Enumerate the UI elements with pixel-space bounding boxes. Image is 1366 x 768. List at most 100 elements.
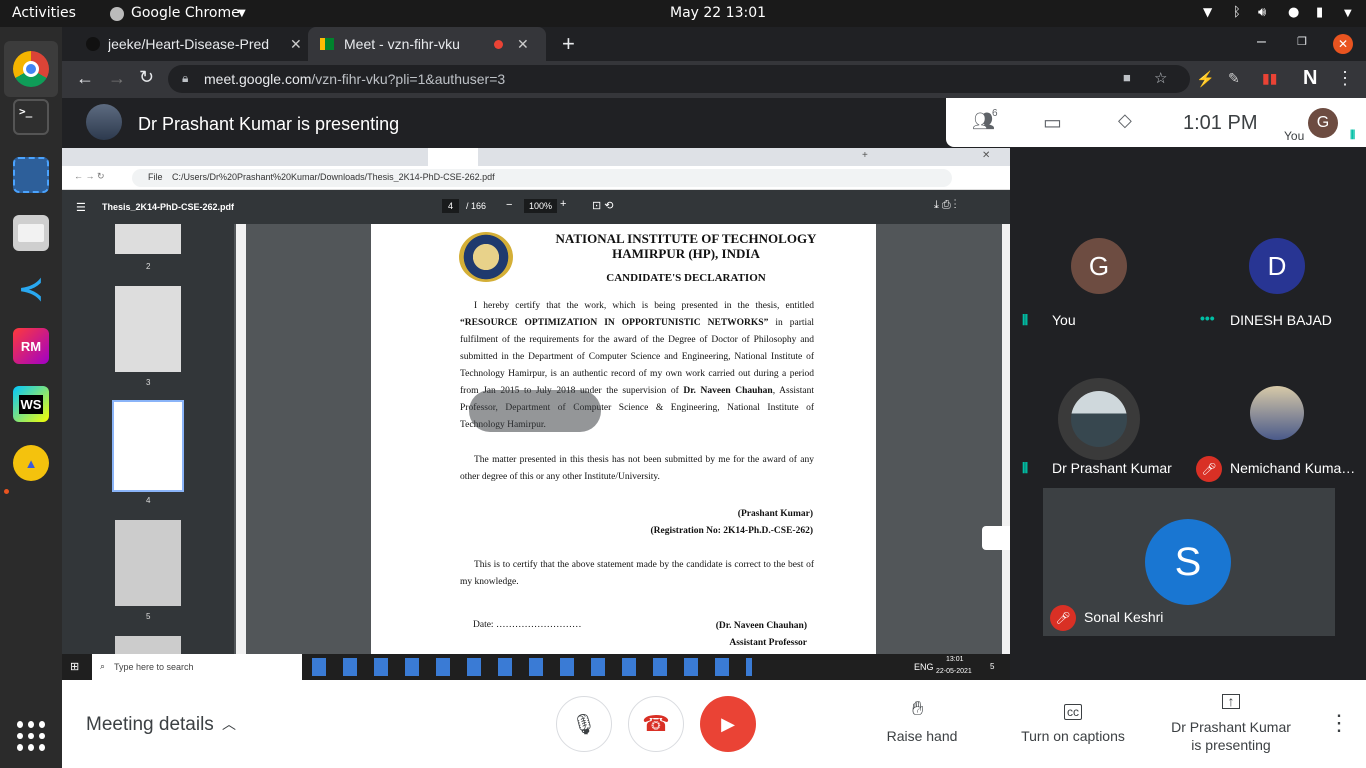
restore-button[interactable]: ❐: [1297, 35, 1307, 48]
camera-off-icon: ▶︎: [721, 713, 735, 734]
close-tab-icon[interactable]: ✕: [290, 36, 302, 53]
thumb-label: 4: [146, 496, 151, 505]
captions-button[interactable]: Turn on captions: [1010, 728, 1136, 744]
camera-icon[interactable]: ■: [1123, 70, 1131, 85]
extension-icon[interactable]: ✎: [1228, 70, 1240, 87]
bluetooth-icon[interactable]: ᛒ: [1233, 5, 1241, 20]
presenting-line-1[interactable]: Dr Prashant Kumar: [1162, 719, 1300, 735]
supervisor-sign-name: (Dr. Naveen Chauhan): [715, 621, 807, 631]
supervisor-signature: (Dr. Naveen Chauhan) Assistant Professor: [651, 618, 807, 652]
new-tab-button[interactable]: +: [562, 31, 575, 57]
activities-icon[interactable]: ◇: [1118, 110, 1132, 131]
participant-photo: [1250, 386, 1304, 440]
close-tab-icon[interactable]: ✕: [517, 36, 529, 53]
presenting-line-2[interactable]: is presenting: [1162, 737, 1300, 753]
captions-icon[interactable]: cc: [1064, 704, 1082, 720]
android-studio-icon[interactable]: ▲: [13, 445, 49, 481]
close-window-button[interactable]: ✕: [1333, 34, 1353, 54]
lock-icon: 🔒︎: [182, 71, 189, 85]
chrome-menu-icon[interactable]: ⋮: [1336, 68, 1354, 89]
extension-icon[interactable]: ⚡: [1196, 70, 1215, 88]
inner-back-icon: ← → ↻: [74, 171, 105, 181]
chat-icon[interactable]: ▭: [1043, 110, 1062, 135]
more-options-icon[interactable]: ⋮: [1328, 710, 1350, 736]
call-info-panel: 👥︎ 6 ▭ ◇ 1:01 PM You G ⦀: [946, 98, 1366, 147]
screenshot-icon[interactable]: [13, 157, 49, 193]
inner-tab-strip: + ✕: [62, 148, 1010, 166]
minimize-button[interactable]: –: [1257, 33, 1266, 51]
url-path: /vzn-fihr-vku?pli=1&authuser=3: [311, 71, 506, 87]
meet-controls-bar: Meeting details ︿ 🎙︎ ☎︎ ▶︎ ✋︎ Raise hand…: [62, 680, 1366, 768]
pdf-zoom: 100%: [524, 199, 558, 213]
supervisor-title: Assistant Professor: [729, 638, 807, 648]
self-avatar: G: [1308, 108, 1338, 138]
para1-body: in partial fulfilment of the requirement…: [460, 318, 815, 396]
windows-taskbar: ⊞ ⌕ Type here to search ENG 13:01 22-05-…: [62, 654, 1010, 680]
pdf-title: Thesis_2K14-PhD-CSE-262.pdf: [102, 202, 235, 212]
activities-button[interactable]: Activities: [12, 5, 76, 21]
battery-icon[interactable]: ▮: [1316, 5, 1323, 20]
thumb-page-selected: [112, 400, 184, 492]
tab-meet[interactable]: Meet - vzn-fihr-vku ✕: [308, 27, 546, 61]
webstorm-icon[interactable]: WS: [13, 386, 49, 422]
back-button[interactable]: ←: [76, 68, 94, 89]
terminal-icon[interactable]: >_: [13, 99, 49, 135]
chevron-up-icon[interactable]: ︿: [222, 714, 236, 734]
audio-level-icon: ⦀: [1022, 460, 1029, 476]
windows-lang: ENG: [914, 662, 934, 672]
pdf-left-scrollbar: [236, 224, 246, 654]
reload-button[interactable]: ↻: [139, 67, 154, 88]
inner-url-prefix: File: [148, 172, 163, 182]
raise-hand-icon[interactable]: ✋︎: [912, 698, 923, 721]
forward-button[interactable]: →: [108, 68, 126, 89]
candidate-name: (Prashant Kumar): [737, 509, 813, 519]
rubymine-icon[interactable]: RM: [13, 328, 49, 364]
people-count: 6: [992, 108, 998, 119]
meet-icon: [320, 38, 334, 50]
muted-mic-icon: 🎤︎: [1050, 605, 1076, 631]
microphone-button[interactable]: 🎙︎: [556, 696, 612, 752]
clock[interactable]: May 22 13:01: [670, 5, 766, 21]
muted-mic-icon: 🎤︎: [1196, 456, 1222, 482]
thumb-label: 5: [146, 612, 151, 621]
windows-search-icon: ⌕: [100, 661, 106, 671]
participant-name: Nemichand Kuma…: [1230, 460, 1356, 476]
present-icon[interactable]: ↑: [1222, 694, 1240, 709]
hang-up-icon: ☎︎: [642, 711, 670, 736]
windows-time: 13:01: [946, 656, 964, 663]
raise-hand-button[interactable]: Raise hand: [874, 728, 970, 744]
files-icon[interactable]: [13, 215, 49, 251]
presenter-banner: Dr Prashant Kumar is presenting: [62, 98, 946, 148]
shared-screen: + ✕ ← → ↻ File C:/Users/Dr%20Prashant%20…: [62, 148, 1010, 680]
participant-avatar: G: [1071, 238, 1127, 294]
system-menu-chevron-icon[interactable]: ▼: [1344, 8, 1352, 19]
chrome-dock-icon[interactable]: [4, 41, 58, 97]
participant-photo: [1071, 391, 1127, 447]
pdf-page-current: 4: [442, 199, 460, 213]
inner-new-tab-icon: +: [862, 150, 868, 161]
meet-side-handle[interactable]: [982, 526, 1010, 550]
camera-button[interactable]: ▶︎: [700, 696, 756, 752]
show-apps-icon[interactable]: [17, 721, 47, 751]
tab-title: jeeke/Heart-Disease-Pred: [108, 36, 270, 52]
fit-page-icon: ⊡ ⟲: [592, 200, 614, 212]
wifi-icon[interactable]: ▼: [1203, 5, 1212, 19]
participant-name: Dr Prashant Kumar: [1052, 460, 1172, 476]
candidate-signature: (Prashant Kumar) (Registration No: 2K14-…: [611, 506, 813, 540]
tab-github[interactable]: jeeke/Heart-Disease-Pred ✕: [74, 27, 306, 61]
meeting-details-button[interactable]: Meeting details: [86, 714, 214, 736]
extension-icon[interactable]: ▮▮: [1262, 70, 1277, 87]
bookmark-star-icon[interactable]: ☆: [1154, 69, 1167, 87]
app-menu[interactable]: Google Chrome: [131, 5, 240, 21]
extension-n-icon[interactable]: N: [1303, 67, 1317, 90]
address-bar[interactable]: 🔒︎ meet.google.com/vzn-fihr-vku?pli=1&au…: [168, 65, 1190, 93]
inner-close-icon: ✕: [982, 150, 991, 161]
url-host: meet.google.com: [204, 71, 312, 87]
participant-avatar: D: [1249, 238, 1305, 294]
participant-avatar: S: [1145, 519, 1231, 605]
microphone-icon[interactable]: ●: [1288, 5, 1299, 20]
registration-no: (Registration No: 2K14-Ph.D.-CSE-262): [650, 526, 813, 536]
leave-call-button[interactable]: ☎︎: [628, 696, 684, 752]
volume-icon[interactable]: 🔊︎: [1258, 5, 1266, 20]
vscode-icon[interactable]: ≺: [13, 271, 49, 307]
